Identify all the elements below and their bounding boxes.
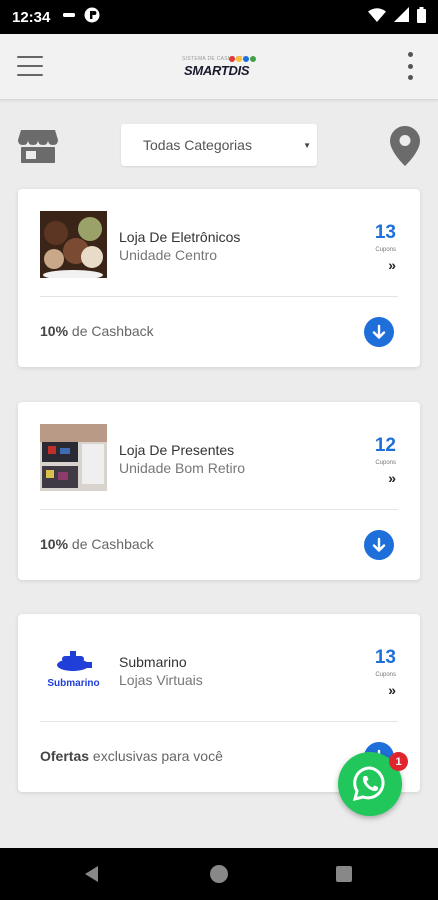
submarino-logo: Submarino bbox=[40, 636, 107, 703]
offer-rest: exclusivas para você bbox=[89, 748, 223, 764]
offer-text: 10% de Cashback bbox=[40, 536, 154, 552]
submarino-logo-text: Submarino bbox=[47, 678, 100, 689]
double-chevron-right-icon[interactable]: » bbox=[388, 682, 396, 698]
map-pin-icon[interactable] bbox=[390, 126, 420, 166]
offer-rest: de Cashback bbox=[68, 536, 154, 552]
store-name: Submarino bbox=[119, 654, 187, 670]
coupon-count: 13 bbox=[374, 647, 396, 668]
smartdis-logo: SISTEMA DE CASHBACK SMARTDIS bbox=[182, 50, 258, 84]
arrow-down-icon bbox=[372, 324, 386, 339]
status-bar: 12:34 bbox=[0, 0, 438, 34]
store-icon[interactable] bbox=[18, 128, 58, 164]
offer-highlight: 10% bbox=[40, 536, 69, 552]
store-unit: Lojas Virtuais bbox=[119, 672, 203, 688]
store-card: Loja De Presentes Unidade Bom Retiro 12 … bbox=[18, 402, 420, 580]
store-card-header[interactable]: Submarino Submarino Lojas Virtuais 13 Cu… bbox=[18, 614, 420, 721]
notification-badge: 1 bbox=[389, 752, 408, 771]
offer-text: Ofertas exclusivas para você bbox=[40, 748, 223, 764]
expand-button[interactable] bbox=[364, 317, 394, 347]
offer-rest: de Cashback bbox=[68, 323, 154, 339]
store-image bbox=[40, 424, 107, 491]
caret-down-icon: ▼ bbox=[303, 141, 311, 150]
hamburger-menu-icon[interactable] bbox=[17, 54, 43, 78]
coupon-label: Cupons bbox=[375, 247, 396, 253]
minus-icon bbox=[62, 8, 76, 27]
wifi-icon bbox=[368, 7, 386, 27]
info-circle-icon bbox=[84, 7, 100, 28]
store-card-offer: 10% de Cashback bbox=[18, 297, 420, 367]
coupon-count: 13 bbox=[374, 222, 396, 243]
category-select[interactable]: Todas Categorias ▼ bbox=[121, 124, 317, 166]
arrow-down-icon bbox=[372, 537, 386, 552]
offer-text: 10% de Cashback bbox=[40, 323, 154, 339]
expand-button[interactable] bbox=[364, 530, 394, 560]
store-card: Loja De Eletrônicos Unidade Centro 13 Cu… bbox=[18, 189, 420, 367]
more-vertical-icon[interactable] bbox=[406, 52, 414, 80]
double-chevron-right-icon[interactable]: » bbox=[388, 257, 396, 273]
store-card-header[interactable]: Loja De Eletrônicos Unidade Centro 13 Cu… bbox=[18, 189, 420, 296]
store-unit: Unidade Centro bbox=[119, 247, 218, 263]
offer-highlight: 10% bbox=[40, 323, 69, 339]
coupon-count: 12 bbox=[374, 435, 396, 456]
back-icon[interactable] bbox=[82, 864, 102, 884]
home-icon[interactable] bbox=[210, 865, 228, 883]
store-card-offer: 10% de Cashback bbox=[18, 510, 420, 580]
filter-row: Todas Categorias ▼ bbox=[0, 124, 438, 168]
double-chevron-right-icon[interactable]: » bbox=[388, 470, 396, 486]
whatsapp-icon bbox=[352, 766, 385, 802]
logo-dots bbox=[229, 56, 256, 62]
battery-icon bbox=[417, 6, 426, 28]
signal-icon bbox=[394, 7, 409, 27]
store-card-header[interactable]: Loja De Presentes Unidade Bom Retiro 12 … bbox=[18, 402, 420, 509]
store-name: Loja De Presentes bbox=[119, 442, 235, 458]
store-unit: Unidade Bom Retiro bbox=[119, 460, 246, 476]
offer-highlight: Ofertas bbox=[40, 748, 90, 764]
store-image bbox=[40, 211, 107, 278]
coupon-label: Cupons bbox=[375, 672, 396, 678]
system-nav-bar bbox=[0, 848, 438, 900]
store-name: Loja De Eletrônicos bbox=[119, 229, 241, 245]
recent-apps-icon[interactable] bbox=[336, 866, 352, 882]
coupon-label: Cupons bbox=[375, 460, 396, 466]
category-select-value: Todas Categorias bbox=[143, 137, 252, 153]
logo-text: SMARTDIS bbox=[184, 63, 250, 78]
status-time: 12:34 bbox=[12, 8, 51, 26]
app-bar: SISTEMA DE CASHBACK SMARTDIS bbox=[0, 34, 438, 100]
